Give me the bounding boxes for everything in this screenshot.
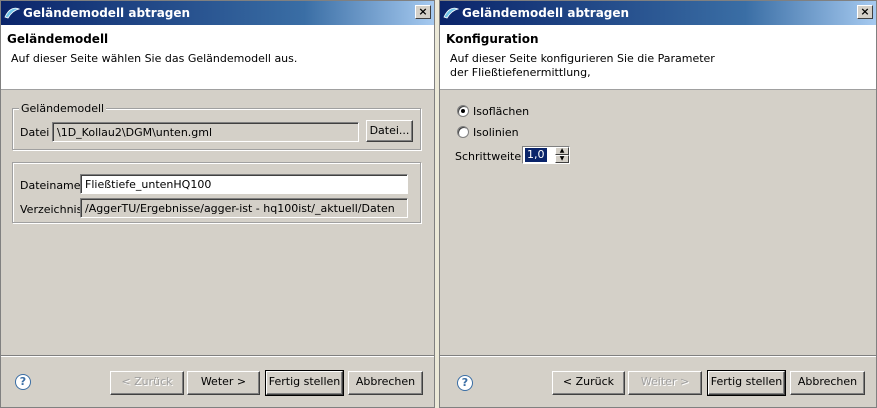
spin-up-arrow-icon[interactable]: ▲ [555, 147, 569, 155]
left-banner: Geländemodell Auf dieser Seite wählen Si… [1, 25, 434, 90]
isoflaechen-radio[interactable] [457, 105, 469, 117]
left-next-button[interactable]: Weter > [187, 371, 260, 395]
datei-label: Datei [20, 126, 50, 139]
left-help-icon[interactable]: ? [15, 374, 31, 390]
right-banner-description: Auf dieser Seite konfigurieren Sie die P… [450, 52, 715, 79]
left-dialog-window: Geländemodell abtragen × Geländemodell A… [0, 0, 435, 408]
right-button-separator [440, 355, 876, 357]
dateiname-input[interactable]: Fließtiefe_untenHQ100 [80, 174, 408, 194]
app-icon [4, 7, 20, 19]
right-close-button[interactable]: × [857, 5, 873, 19]
schrittweite-value[interactable]: 1,0 [525, 148, 547, 162]
isoflaechen-label[interactable]: Isoflächen [473, 105, 529, 118]
isolinien-radio[interactable] [457, 126, 469, 138]
right-title-bar[interactable]: Geländemodell abtragen × [440, 1, 876, 25]
left-title-bar[interactable]: Geländemodell abtragen × [1, 1, 434, 25]
app-icon [443, 7, 459, 19]
isolinien-label[interactable]: Isolinien [473, 126, 519, 139]
right-back-button[interactable]: < Zurück [552, 371, 625, 395]
right-help-icon[interactable]: ? [457, 375, 473, 391]
datei-field[interactable]: \1D_Kollau2\DGM\unten.gml [52, 122, 359, 142]
right-banner-title: Konfiguration [446, 32, 539, 46]
right-finish-button[interactable]: Fertig stellen [707, 370, 786, 396]
schrittweite-spinner[interactable]: 1,0 ▲ ▼ [522, 146, 570, 164]
right-cancel-button[interactable]: Abbrechen [790, 371, 865, 395]
gelaendemodell-group-legend: Geländemodell [19, 102, 107, 115]
right-window-title: Geländemodell abtragen [462, 6, 630, 20]
left-close-button[interactable]: × [415, 5, 431, 19]
verzeichnis-field[interactable]: /AggerTU/Ergebnisse/agger-ist - hq100ist… [80, 198, 408, 218]
left-back-button[interactable]: < Zurück [110, 371, 184, 395]
left-button-separator [1, 355, 434, 357]
right-dialog-window: Geländemodell abtragen × Konfiguration A… [439, 0, 877, 408]
schrittweite-label: Schrittweite: [455, 150, 525, 163]
verzeichnis-label: Verzeichnis [20, 203, 83, 216]
spin-down-arrow-icon[interactable]: ▼ [555, 155, 569, 163]
left-cancel-button[interactable]: Abbrechen [348, 371, 423, 395]
datei-browse-button[interactable]: Datei... [366, 120, 413, 142]
right-next-button[interactable]: Weiter > [628, 371, 702, 395]
left-banner-description: Auf dieser Seite wählen Sie das Geländem… [11, 52, 298, 65]
left-banner-title: Geländemodell [7, 32, 109, 46]
dateiname-label: Dateiname [20, 179, 81, 192]
left-finish-button[interactable]: Fertig stellen [265, 370, 344, 396]
left-window-title: Geländemodell abtragen [23, 6, 191, 20]
right-banner: Konfiguration Auf dieser Seite konfiguri… [440, 25, 876, 90]
